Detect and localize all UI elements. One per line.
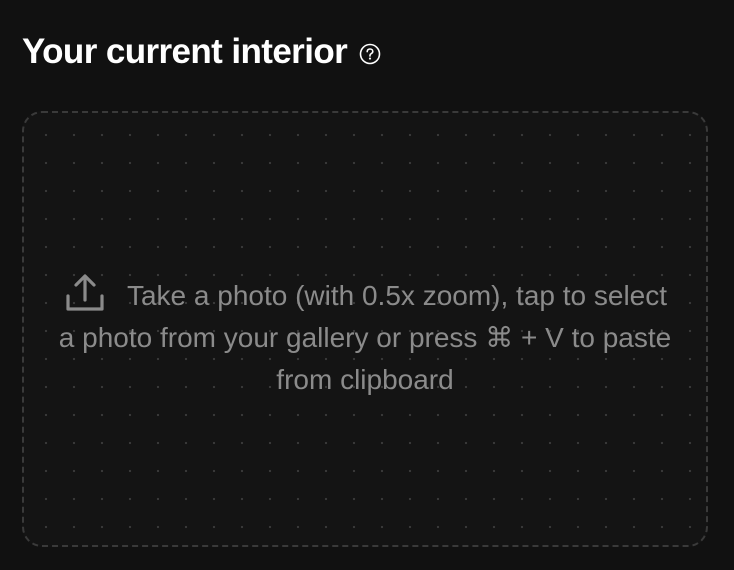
question-circle-icon[interactable] (359, 43, 381, 65)
dropzone-prompt-text: Take a photo (with 0.5x zoom), tap to se… (58, 280, 672, 395)
page: Your current interior Take a photo (with… (0, 0, 734, 570)
photo-dropzone[interactable]: Take a photo (with 0.5x zoom), tap to se… (22, 111, 708, 547)
section-title: Your current interior (22, 32, 348, 71)
section-header: Your current interior (22, 30, 381, 74)
upload-icon (63, 271, 107, 315)
dropzone-prompt: Take a photo (with 0.5x zoom), tap to se… (54, 271, 676, 401)
